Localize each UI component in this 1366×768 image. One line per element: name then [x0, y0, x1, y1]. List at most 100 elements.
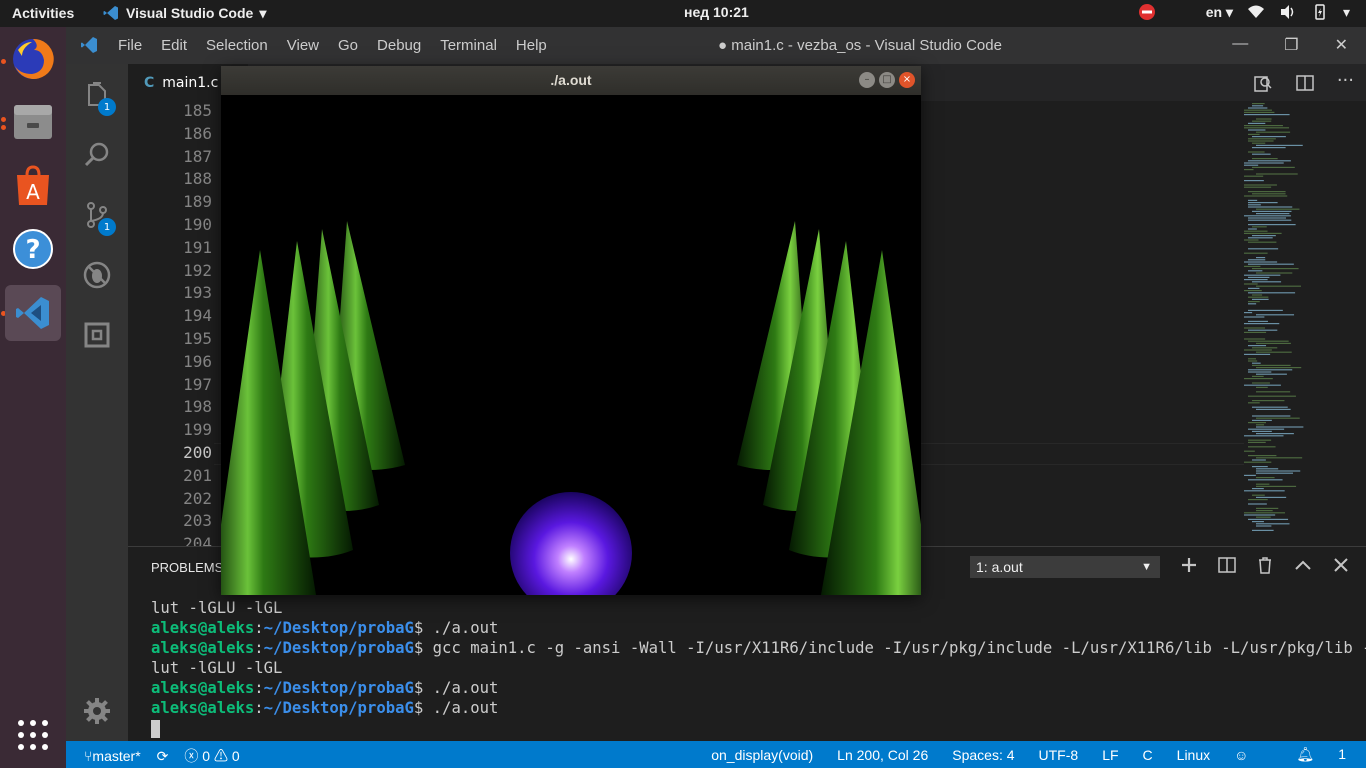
trash-icon[interactable] [1256, 556, 1274, 574]
language-mode[interactable]: C [1143, 747, 1153, 763]
menu-edit[interactable]: Edit [161, 37, 187, 54]
menu-view[interactable]: View [287, 37, 319, 54]
prompt-separator: : [254, 679, 264, 697]
restore-icon[interactable]: ❐ [1284, 35, 1298, 55]
sync-icon[interactable]: ⟳ [157, 748, 169, 765]
minimap-line [1256, 342, 1291, 344]
search-button[interactable] [66, 128, 128, 182]
minimap-line [1256, 131, 1291, 133]
terminal-cursor [151, 719, 160, 738]
debug-icon [83, 261, 111, 289]
dock-files[interactable] [5, 93, 61, 149]
clock[interactable]: нед 10:21 [684, 4, 749, 20]
notifications-indicator[interactable]: 🔔︎ 1 [1272, 746, 1346, 763]
minimap-line [1244, 490, 1285, 492]
problems-indicator[interactable]: ⓧ 0 ⚠ 0 [184, 746, 239, 766]
gl-window[interactable]: ./a.out – □ × [221, 66, 921, 595]
function-indicator[interactable]: on_display(void) [711, 747, 813, 763]
dock-help[interactable]: ? [5, 221, 61, 277]
minimap-line [1252, 400, 1285, 402]
source-control-button[interactable]: 1 [66, 188, 128, 242]
chevron-down-icon: ▼ [1141, 561, 1152, 573]
gl-window-title: ./a.out [221, 66, 921, 95]
dock-show-apps[interactable] [5, 707, 61, 763]
app-menu[interactable]: Visual Studio Code ▾ [102, 4, 266, 22]
os-indicator[interactable]: Linux [1177, 747, 1210, 763]
prompt-separator: : [254, 619, 264, 637]
gnome-top-bar: Activities Visual Studio Code ▾ нед 10:2… [0, 0, 1366, 27]
terminal-text: lut -lGLU -lGL [151, 599, 283, 617]
settings-button[interactable] [66, 684, 128, 738]
indentation[interactable]: Spaces: 4 [952, 747, 1014, 763]
minimap-line [1248, 320, 1268, 322]
chevron-up-icon[interactable] [1294, 556, 1312, 574]
minimap-line [1244, 461, 1272, 463]
terminal-output[interactable]: lut -lGLU -lGL aleks@aleks:~/Desktop/prob… [151, 598, 1366, 738]
minimap-line [1244, 384, 1281, 386]
terminal-select[interactable]: 1: a.out ▼ [970, 556, 1160, 578]
open-changes-icon[interactable] [1253, 73, 1273, 93]
close-icon[interactable]: ✕ [1335, 35, 1348, 55]
minimap-line [1252, 419, 1272, 421]
new-terminal-icon[interactable] [1180, 556, 1198, 574]
eol[interactable]: LF [1102, 747, 1118, 763]
minimap-line [1248, 160, 1291, 162]
minimize-icon[interactable]: — [1232, 35, 1248, 55]
activities-button[interactable]: Activities [12, 5, 74, 21]
close-icon[interactable] [1332, 556, 1350, 574]
minimap-line [1256, 496, 1287, 498]
cursor-position[interactable]: Ln 200, Col 26 [837, 747, 928, 763]
dock-software-center[interactable]: A [5, 157, 61, 213]
dock-firefox[interactable] [5, 31, 61, 87]
minimize-icon[interactable]: – [859, 72, 875, 88]
menu-go[interactable]: Go [338, 37, 358, 54]
minimap-line [1248, 441, 1266, 443]
prompt-path: ~/Desktop/probaG [263, 619, 414, 637]
minimap-line [1244, 279, 1268, 281]
minimap-line [1256, 257, 1266, 259]
minimap-line [1256, 483, 1270, 485]
more-actions-icon[interactable]: ··· [1337, 72, 1354, 93]
chevron-down-icon[interactable]: ▾ [1343, 4, 1350, 21]
status-bar: ⑂master* ⟳ ⓧ 0 ⚠ 0 on_display(void) Ln 2… [66, 741, 1366, 768]
minimap-line [1248, 303, 1257, 305]
extensions-button[interactable] [66, 308, 128, 362]
do-not-disturb-icon[interactable] [1138, 3, 1156, 21]
files-icon [14, 105, 52, 139]
menu-terminal[interactable]: Terminal [440, 37, 497, 54]
close-icon[interactable]: × [899, 72, 915, 88]
branch-indicator[interactable]: ⑂master* [84, 748, 141, 764]
encoding[interactable]: UTF-8 [1039, 747, 1079, 763]
minimap-line [1244, 230, 1268, 232]
volume-icon[interactable] [1279, 3, 1297, 21]
minimap[interactable] [1244, 101, 1354, 546]
maximize-icon[interactable]: □ [879, 72, 895, 88]
minimap-line [1256, 144, 1303, 146]
minimap-line [1256, 314, 1295, 316]
show-apps-icon [18, 720, 48, 750]
minimap-line [1248, 206, 1293, 208]
feedback-icon[interactable]: ☺ [1234, 747, 1248, 763]
menu-debug[interactable]: Debug [377, 37, 421, 54]
minimap-line [1248, 369, 1293, 371]
minimap-line [1248, 133, 1260, 135]
menu-help[interactable]: Help [516, 37, 547, 54]
split-terminal-icon[interactable] [1218, 556, 1236, 574]
dock-vscode[interactable] [5, 285, 61, 341]
minimap-line [1248, 248, 1279, 250]
split-editor-icon[interactable] [1295, 73, 1315, 93]
explorer-button[interactable]: 1 [66, 68, 128, 122]
wifi-icon[interactable] [1247, 3, 1265, 21]
battery-icon[interactable] [1311, 3, 1329, 21]
terminal-line: aleks@aleks:~/Desktop/probaG$ ./a.out [151, 678, 1361, 698]
minimap-line [1252, 268, 1299, 270]
cones-right [737, 221, 921, 595]
language-indicator[interactable]: en ▾ [1206, 4, 1233, 21]
extensions-icon [84, 322, 110, 348]
menu-file[interactable]: File [118, 37, 142, 54]
debug-button[interactable] [66, 248, 128, 302]
minimap-line [1256, 208, 1300, 210]
minimap-line [1256, 485, 1297, 487]
menu-selection[interactable]: Selection [206, 37, 268, 54]
tab-problems[interactable]: PROBLEMS [151, 560, 223, 575]
